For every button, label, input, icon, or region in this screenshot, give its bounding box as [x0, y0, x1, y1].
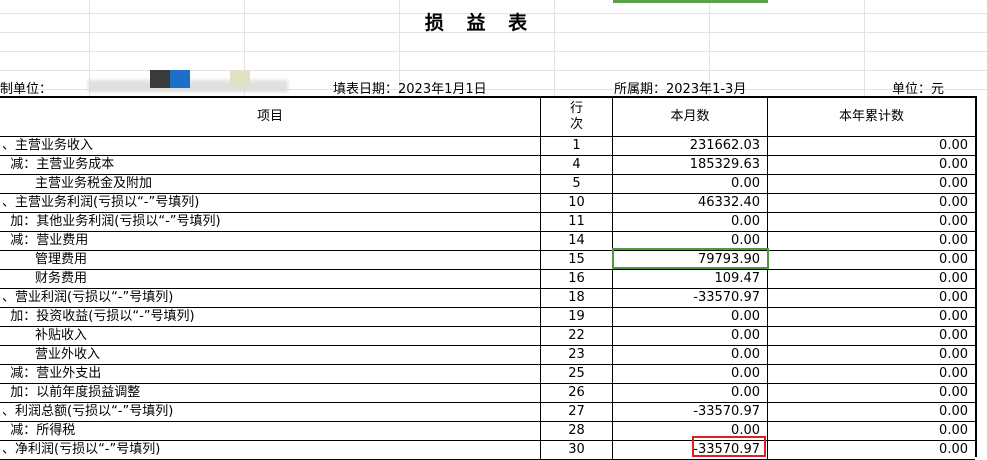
row-item-name[interactable]: 主营业务税金及附加 [0, 175, 541, 193]
unit-label: 制单位： [0, 82, 53, 97]
row-year-to-date[interactable]: 0.00 [768, 270, 975, 288]
row-line-no[interactable]: 15 [541, 251, 613, 269]
header-current-month[interactable]: 本月数 [613, 98, 768, 136]
row-year-to-date[interactable]: 0.00 [768, 346, 975, 364]
table-row: 财务费用 16 109.47 0.00 [0, 270, 975, 289]
row-line-no[interactable]: 10 [541, 194, 613, 212]
row-item-name[interactable]: 、主营业务利润(亏损以“-”号填列) [0, 194, 541, 212]
row-line-no[interactable]: 19 [541, 308, 613, 326]
row-current-month[interactable]: 46332.40 [613, 194, 768, 212]
row-current-month[interactable]: 0.00 [613, 346, 768, 364]
table-row: 、利润总额(亏损以“-”号填列) 27 -33570.97 0.00 [0, 403, 975, 422]
annotation-box-net-profit [692, 436, 766, 457]
row-current-month[interactable]: 0.00 [613, 175, 768, 193]
currency-unit-label: 单位：元 [892, 82, 945, 97]
row-line-no[interactable]: 28 [541, 422, 613, 440]
row-year-to-date[interactable]: 0.00 [768, 156, 975, 174]
row-year-to-date[interactable]: 0.00 [768, 194, 975, 212]
row-item-name[interactable]: 减：所得税 [0, 422, 541, 440]
row-item-name[interactable]: 、净利润(亏损以“-”号填列) [0, 441, 541, 459]
row-year-to-date[interactable]: 0.00 [768, 213, 975, 231]
table-row: 减：主营业务成本 4 185329.63 0.00 [0, 156, 975, 175]
row-year-to-date[interactable]: 0.00 [768, 175, 975, 193]
redaction-swatch-blue [170, 70, 190, 88]
row-item-name[interactable]: 减：主营业务成本 [0, 156, 541, 174]
row-year-to-date[interactable]: 0.00 [768, 422, 975, 440]
row-line-no[interactable]: 14 [541, 232, 613, 250]
selected-cell-highlight[interactable] [612, 248, 769, 269]
sheet-title: 损 益 表 [424, 12, 536, 34]
row-line-no[interactable]: 4 [541, 156, 613, 174]
row-item-name[interactable]: 补贴收入 [0, 327, 541, 345]
row-line-no[interactable]: 18 [541, 289, 613, 307]
table-row: 、净利润(亏损以“-”号填列) 30 -33570.97 0.00 [0, 441, 975, 460]
row-line-no[interactable]: 27 [541, 403, 613, 421]
header-line-no[interactable]: 行 次 [541, 98, 613, 136]
row-year-to-date[interactable]: 0.00 [768, 289, 975, 307]
table-row: 加：其他业务利润(亏损以“-”号填列) 11 0.00 0.00 [0, 213, 975, 232]
row-current-month[interactable]: 0.00 [613, 213, 768, 231]
table-row: 减：营业费用 14 0.00 0.00 [0, 232, 975, 251]
row-year-to-date[interactable]: 0.00 [768, 365, 975, 383]
row-year-to-date[interactable]: 0.00 [768, 137, 975, 155]
row-current-month[interactable]: 185329.63 [613, 156, 768, 174]
row-current-month[interactable]: 0.00 [613, 308, 768, 326]
row-current-month[interactable]: -33570.97 [613, 403, 768, 421]
row-line-no[interactable]: 11 [541, 213, 613, 231]
row-year-to-date[interactable]: 0.00 [768, 441, 975, 459]
row-year-to-date[interactable]: 0.00 [768, 384, 975, 402]
period-label: 所属期：2023年1-3月 [614, 82, 747, 97]
table-row: 加：以前年度损益调整 26 0.00 0.00 [0, 384, 975, 403]
row-line-no[interactable]: 23 [541, 346, 613, 364]
redaction-swatch-dark [150, 70, 170, 88]
table-header: 项目 行 次 本月数 本年累计数 [0, 98, 975, 137]
active-column-marker [613, 0, 768, 3]
row-year-to-date[interactable]: 0.00 [768, 251, 975, 269]
table-row: 减：营业外支出 25 0.00 0.00 [0, 365, 975, 384]
row-item-name[interactable]: 、利润总额(亏损以“-”号填列) [0, 403, 541, 421]
table-row: 、主营业务利润(亏损以“-”号填列) 10 46332.40 0.00 [0, 194, 975, 213]
row-line-no[interactable]: 26 [541, 384, 613, 402]
table-row: 加：投资收益(亏损以“-”号填列) 19 0.00 0.00 [0, 308, 975, 327]
redaction-swatch-beige [230, 70, 250, 88]
row-line-no[interactable]: 1 [541, 137, 613, 155]
header-year-to-date[interactable]: 本年累计数 [768, 98, 975, 136]
row-item-name[interactable]: 财务费用 [0, 270, 541, 288]
row-item-name[interactable]: 、主营业务收入 [0, 137, 541, 155]
fill-date-label: 填表日期：2023年1月1日 [333, 82, 487, 97]
row-year-to-date[interactable]: 0.00 [768, 403, 975, 421]
row-item-name[interactable]: 加：以前年度损益调整 [0, 384, 541, 402]
row-year-to-date[interactable]: 0.00 [768, 308, 975, 326]
row-line-no[interactable]: 30 [541, 441, 613, 459]
table-row: 、主营业务收入 1 231662.03 0.00 [0, 137, 975, 156]
income-statement-table: 项目 行 次 本月数 本年累计数 、主营业务收入 1 231662.03 0.00 减… [0, 96, 977, 460]
row-year-to-date[interactable]: 0.00 [768, 232, 975, 250]
table-row: 、营业利润(亏损以“-”号填列) 18 -33570.97 0.00 [0, 289, 975, 308]
table-row: 管理费用 15 79793.90 0.00 [0, 251, 975, 270]
row-item-name[interactable]: 加：投资收益(亏损以“-”号填列) [0, 308, 541, 326]
row-current-month[interactable]: 0.00 [613, 327, 768, 345]
table-row: 营业外收入 23 0.00 0.00 [0, 346, 975, 365]
row-item-name[interactable]: 、营业利润(亏损以“-”号填列) [0, 289, 541, 307]
row-current-month[interactable]: -33570.97 [613, 289, 768, 307]
row-line-no[interactable]: 22 [541, 327, 613, 345]
row-line-no[interactable]: 5 [541, 175, 613, 193]
row-current-month[interactable]: 0.00 [613, 365, 768, 383]
row-item-name[interactable]: 加：其他业务利润(亏损以“-”号填列) [0, 213, 541, 231]
row-line-no[interactable]: 16 [541, 270, 613, 288]
table-row: 主营业务税金及附加 5 0.00 0.00 [0, 175, 975, 194]
row-current-month[interactable]: 109.47 [613, 270, 768, 288]
row-item-name[interactable]: 管理费用 [0, 251, 541, 269]
table-row: 减：所得税 28 0.00 0.00 [0, 422, 975, 441]
header-item[interactable]: 项目 [0, 98, 541, 136]
row-year-to-date[interactable]: 0.00 [768, 327, 975, 345]
row-current-month[interactable]: 0.00 [613, 384, 768, 402]
row-current-month[interactable]: 231662.03 [613, 137, 768, 155]
row-line-no[interactable]: 25 [541, 365, 613, 383]
row-item-name[interactable]: 营业外收入 [0, 346, 541, 364]
row-item-name[interactable]: 减：营业费用 [0, 232, 541, 250]
row-item-name[interactable]: 减：营业外支出 [0, 365, 541, 383]
table-row: 补贴收入 22 0.00 0.00 [0, 327, 975, 346]
